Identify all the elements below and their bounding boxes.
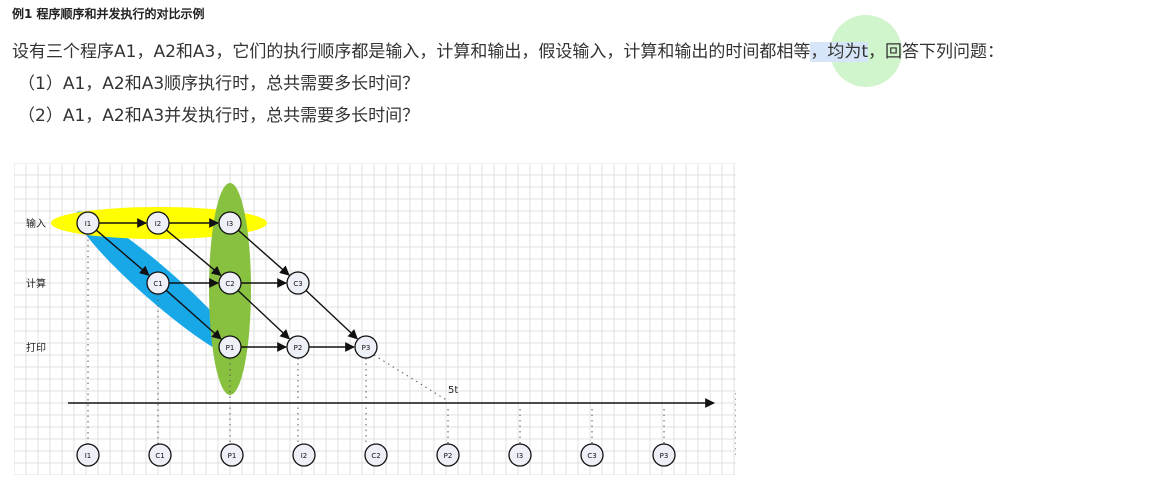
- sequence-node-c1: C1: [148, 443, 172, 467]
- node-label: C3: [293, 280, 302, 288]
- node-label: P1: [228, 452, 237, 460]
- node-label: C3: [587, 452, 596, 460]
- node-label: I1: [85, 220, 92, 228]
- node-i3: I3: [218, 211, 242, 235]
- row-label: 打印: [26, 341, 46, 354]
- row-label: 计算: [26, 277, 46, 290]
- problem-statement: 设有三个程序A1，A2和A3，它们的执行顺序都是输入，计算和输出，假设输入，计算…: [12, 37, 1004, 62]
- node-label: C1: [155, 452, 164, 460]
- problem-text-end: ，回答下列问题：: [868, 42, 1005, 62]
- node-label: P3: [362, 344, 371, 352]
- node-label: C1: [153, 280, 162, 288]
- node-label: I2: [301, 452, 308, 460]
- node-c1: C1: [146, 271, 170, 295]
- execution-diagram: I1I2I3C1C2C3P1P2P3 输入计算打印 5t9t I1C1P1I2C…: [14, 163, 736, 475]
- selected-text[interactable]: ，均为t: [810, 42, 869, 62]
- problem-text: 设有三个程序A1，A2和A3，它们的执行顺序都是输入，计算和输出，假设输入，计算…: [12, 42, 811, 62]
- sequence-node-p3: P3: [652, 443, 676, 467]
- node-p3: P3: [354, 335, 378, 359]
- node-label: C2: [225, 280, 234, 288]
- question-2: （2）A1，A2和A3并发执行时，总共需要多长时间？: [18, 106, 420, 126]
- node-label: I3: [517, 452, 524, 460]
- node-p1: P1: [218, 335, 242, 359]
- node-label: I2: [155, 220, 162, 228]
- node-label: P3: [660, 452, 669, 460]
- node-c2: C2: [218, 271, 242, 295]
- sequence-node-i3: I3: [508, 443, 532, 467]
- node-label: C2: [371, 452, 380, 460]
- sequence-node-c2: C2: [364, 443, 388, 467]
- execution-diagram-svg: I1I2I3C1C2C3P1P2P3 输入计算打印 5t9t I1C1P1I2C…: [14, 163, 736, 475]
- node-label: P2: [444, 452, 453, 460]
- node-i2: I2: [146, 211, 170, 235]
- node-label: P2: [294, 344, 303, 352]
- node-i1: I1: [76, 211, 100, 235]
- node-label: P1: [226, 344, 235, 352]
- sequence-node-i1: I1: [76, 443, 100, 467]
- node-label: I3: [227, 220, 234, 228]
- node-c3: C3: [286, 271, 310, 295]
- question-1: （1）A1，A2和A3顺序执行时，总共需要多长时间？: [18, 74, 420, 94]
- example-heading: 例1 程序顺序和并发执行的对比示例: [12, 7, 205, 21]
- sequence-node-i2: I2: [292, 443, 316, 467]
- node-p2: P2: [286, 335, 310, 359]
- sequence-node-p2: P2: [436, 443, 460, 467]
- sequence-node-c3: C3: [580, 443, 604, 467]
- row-label: 输入: [26, 217, 46, 230]
- node-label: I1: [85, 452, 92, 460]
- sequence-node-p1: P1: [220, 443, 244, 467]
- time-label: 5t: [448, 385, 458, 396]
